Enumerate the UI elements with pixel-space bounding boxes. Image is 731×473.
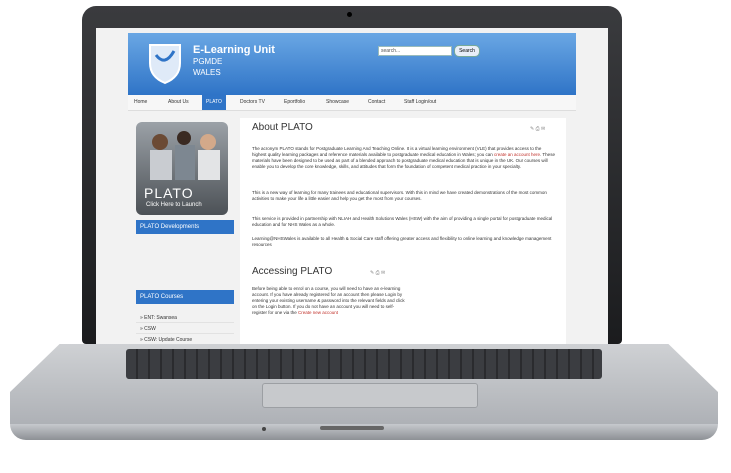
create-new-account-link[interactable]: Create new account xyxy=(298,310,338,315)
sidebar: PLATO Click Here to Launch PLATO Develop… xyxy=(128,118,234,344)
paragraph-2: This is a new way of learning for many t… xyxy=(252,190,547,201)
paragraph-3: This service is provided in partnership … xyxy=(252,216,553,227)
students-photo xyxy=(150,131,220,180)
paragraph-4: Learning@NHSWales is available to all He… xyxy=(252,236,552,247)
main-content: About PLATO ✎ ⎙ ✉ The acronym PLATO stan… xyxy=(240,118,566,344)
optical-slot xyxy=(320,426,384,430)
shield-logo-icon xyxy=(149,44,181,85)
search-input[interactable]: search... xyxy=(378,46,452,56)
course-item[interactable]: » ENT: Swansea xyxy=(136,313,234,323)
nav-plato[interactable]: PLATO xyxy=(202,95,226,110)
keyboard xyxy=(126,349,602,379)
nav-about-us[interactable]: About Us xyxy=(168,95,189,110)
plato-developments-link[interactable]: PLATO Developments xyxy=(136,220,234,234)
plato-launch-link[interactable]: Click Here to Launch xyxy=(146,202,202,208)
plato-launch-banner[interactable]: PLATO Click Here to Launch xyxy=(136,122,228,215)
browser-screen: E-Learning Unit PGMDE WALES search... Se… xyxy=(96,28,608,344)
site-title-line1: E-Learning Unit xyxy=(193,44,275,56)
paragraph-5: Before being able to enrol on a course, … xyxy=(252,286,408,316)
course-label: CSW: Update Course xyxy=(144,337,193,343)
site-title-line3: WALES xyxy=(193,68,221,77)
course-label: CSW xyxy=(144,326,156,332)
course-item[interactable]: » CSW xyxy=(136,324,234,334)
nav-doctors-tv[interactable]: Doctors TV xyxy=(240,95,265,110)
main-nav: Home About Us PLATO Doctors TV Eportfoli… xyxy=(128,95,576,111)
trackpad xyxy=(262,383,478,408)
site-header: E-Learning Unit PGMDE WALES search... Se… xyxy=(128,33,576,95)
paragraph-1: The acronym PLATO stands for Postgraduat… xyxy=(252,146,557,170)
section-title: Accessing PLATO xyxy=(252,266,333,277)
laptop: E-Learning Unit PGMDE WALES search... Se… xyxy=(0,0,731,473)
page-title: About PLATO xyxy=(252,122,313,133)
site-title-line2: PGMDE xyxy=(193,57,223,66)
section-tools[interactable]: ✎ ⎙ ✉ xyxy=(370,270,385,276)
plato-banner-title: PLATO xyxy=(144,185,194,201)
camera xyxy=(347,12,352,17)
course-label: ENT: Swansea xyxy=(144,315,177,321)
course-item[interactable]: » CSW: Update Course xyxy=(136,335,234,344)
nav-showcase[interactable]: Showcase xyxy=(326,95,349,110)
nav-eportfolio[interactable]: Eportfolio xyxy=(284,95,305,110)
page-tools[interactable]: ✎ ⎙ ✉ xyxy=(530,126,545,132)
nav-home[interactable]: Home xyxy=(134,95,147,110)
plato-courses-heading: PLATO Courses xyxy=(136,290,234,304)
site-title: E-Learning Unit PGMDE WALES xyxy=(193,45,275,78)
create-account-link[interactable]: create an account here xyxy=(494,152,540,157)
nav-contact[interactable]: Contact xyxy=(368,95,385,110)
nav-staff-login[interactable]: Staff Login/out xyxy=(404,95,436,110)
search-button[interactable]: Search xyxy=(454,45,480,57)
sleep-led xyxy=(262,427,266,431)
